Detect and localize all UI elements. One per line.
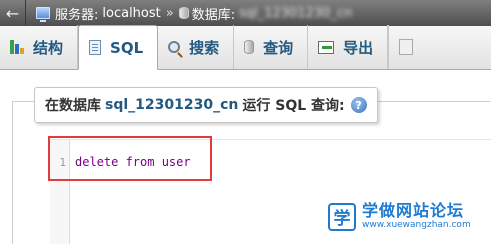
structure-icon <box>10 40 24 54</box>
watermark: 学 学做网站论坛 www.xuewangzhan.com <box>328 202 471 231</box>
watermark-logo-icon: 学 <box>328 202 356 231</box>
server-icon <box>36 7 50 22</box>
tab-label: 结构 <box>33 38 64 57</box>
server-label: 服务器: <box>55 7 99 23</box>
query-panel-title: 在数据库 sql_12301230_cn 运行 SQL 查询: ? <box>34 87 378 123</box>
tab-label: 搜索 <box>189 38 220 57</box>
tab-label: 导出 <box>343 38 374 57</box>
search-icon <box>168 41 181 53</box>
tab-export[interactable]: 导出 <box>308 25 389 69</box>
line-number: 1 <box>59 156 66 169</box>
tab-sql[interactable]: SQL <box>78 25 159 70</box>
sql-code-line[interactable]: delete from user <box>75 155 191 169</box>
sql-icon <box>89 40 102 55</box>
help-icon[interactable]: ? <box>350 97 367 113</box>
database-icon <box>178 7 189 19</box>
export-icon <box>318 40 335 54</box>
editor-gutter: 1 <box>50 140 70 244</box>
server-link[interactable]: localhost <box>102 6 160 21</box>
tab-structure[interactable]: 结构 <box>0 25 79 69</box>
tab-more-icon[interactable] <box>388 25 416 69</box>
watermark-url: www.xuewangzhan.com <box>362 220 471 230</box>
breadcrumb-bar: ← 服务器: localhost » 数据库: sql_12301230_cn <box>0 0 491 26</box>
database-name-link[interactable]: sql_12301230_cn <box>105 97 238 113</box>
title-prefix: 在数据库 <box>45 98 101 114</box>
database-link[interactable]: sql_12301230_cn <box>239 6 352 21</box>
tab-label: SQL <box>110 38 144 57</box>
tab-search[interactable]: 搜索 <box>158 25 235 69</box>
tab-label: 查询 <box>263 38 294 57</box>
query-icon <box>244 40 255 54</box>
database-label: 数据库: <box>191 7 236 23</box>
back-arrow-icon[interactable]: ← <box>0 0 26 26</box>
tab-bar: 结构 SQL 搜索 查询 导出 <box>0 25 491 70</box>
watermark-brand: 学做网站论坛 <box>362 201 465 220</box>
tab-query[interactable]: 查询 <box>234 25 309 69</box>
breadcrumb-separator: » <box>165 5 174 21</box>
title-suffix: 运行 SQL 查询: <box>242 98 345 114</box>
